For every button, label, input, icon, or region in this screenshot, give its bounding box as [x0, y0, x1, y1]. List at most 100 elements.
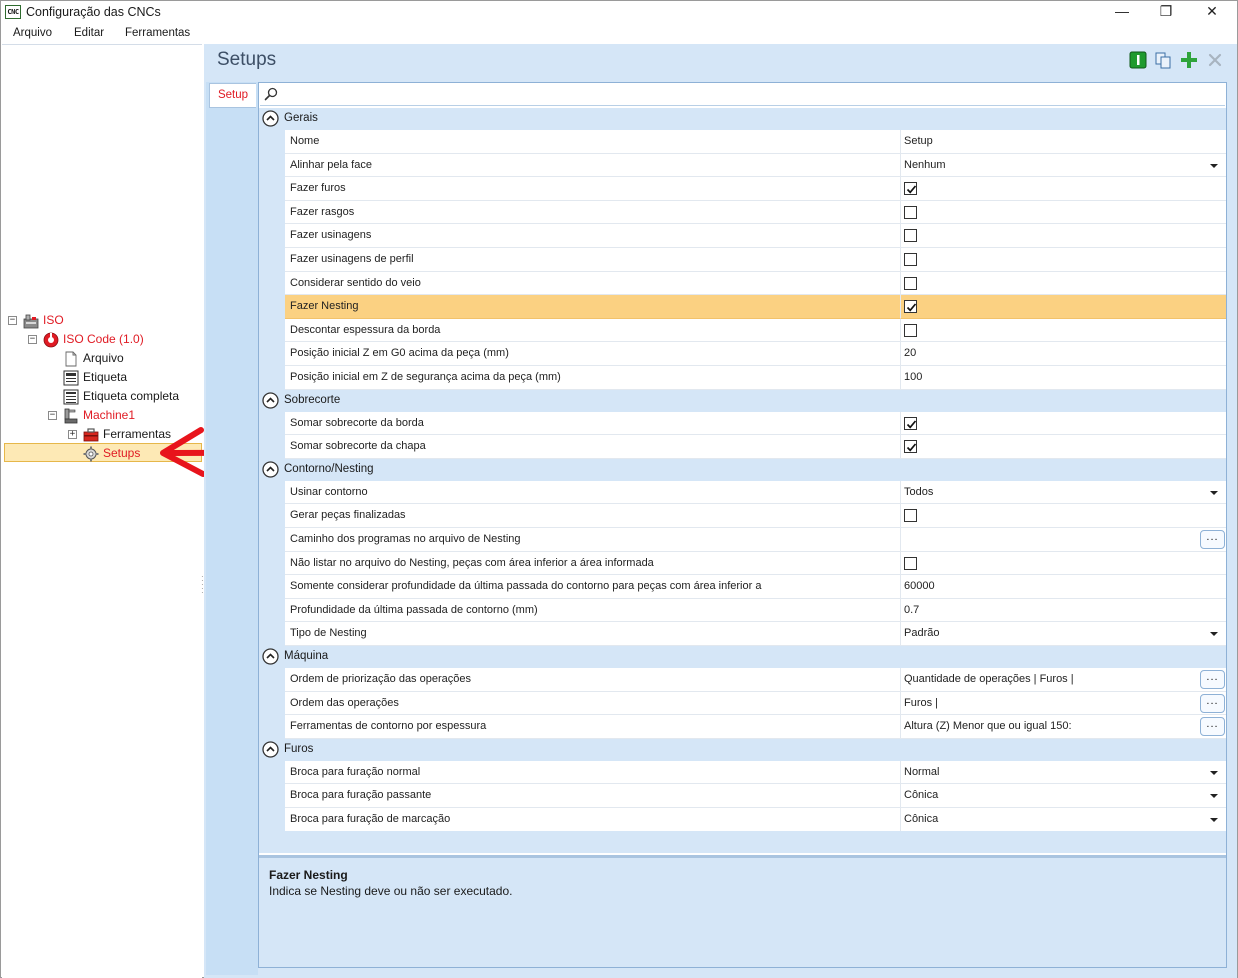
search-input[interactable]	[282, 85, 1217, 103]
tree-item-etiqueta[interactable]: Etiqueta	[2, 368, 200, 387]
collapse-category-icon[interactable]	[262, 110, 279, 127]
property-value-cell[interactable]	[901, 272, 1226, 296]
property-value-cell[interactable]	[901, 504, 1226, 528]
property-value-cell[interactable]: Setup	[901, 130, 1226, 154]
dropdown-arrow-icon[interactable]	[1210, 818, 1218, 822]
property-value[interactable]: 0.7	[904, 604, 919, 616]
property-value-cell[interactable]: Padrão	[901, 622, 1226, 646]
property-value-cell[interactable]: ...	[901, 528, 1226, 552]
property-value-cell[interactable]	[901, 177, 1226, 201]
property-row[interactable]: Usinar contorno Todos	[259, 480, 1226, 505]
collapse-category-icon[interactable]	[262, 391, 279, 409]
ellipsis-button[interactable]: ...	[1200, 670, 1225, 689]
property-row[interactable]: Fazer usinagens	[259, 224, 1226, 248]
category-2[interactable]: Contorno/Nesting	[259, 458, 1226, 481]
property-value-cell[interactable]	[901, 319, 1226, 343]
property-row[interactable]: Somar sobrecorte da chapa	[259, 435, 1226, 459]
collapse-toggle-icon[interactable]: −	[28, 335, 37, 344]
property-value-cell[interactable]	[901, 224, 1226, 248]
property-row[interactable]: Broca para furação normal Normal	[259, 760, 1226, 785]
property-checkbox[interactable]	[904, 323, 917, 337]
menu-editar[interactable]: Editar	[74, 27, 104, 39]
tree-item-arquivo[interactable]: Arquivo	[2, 349, 200, 368]
close-button[interactable]: ✕	[1189, 1, 1235, 24]
tree-item-etiqueta-completa[interactable]: Etiqueta completa	[2, 387, 200, 406]
property-row[interactable]: Caminho dos programas no arquivo de Nest…	[259, 528, 1226, 552]
tree-item-iso-code[interactable]: − ISO Code (1.0)	[2, 330, 200, 349]
collapse-category-icon[interactable]	[262, 741, 279, 758]
property-value-cell[interactable]: Quantidade de operações | Furos |...	[901, 668, 1226, 692]
property-row[interactable]: Ordem de priorização das operações Quanti…	[259, 668, 1226, 692]
search-bar[interactable]	[260, 84, 1225, 106]
dropdown-arrow-icon[interactable]	[1210, 794, 1218, 799]
collapse-category-icon[interactable]	[262, 461, 279, 478]
collapse-toggle-icon[interactable]: −	[48, 411, 57, 420]
tree-item-iso[interactable]: − ISO	[2, 311, 200, 330]
property-checkbox[interactable]	[904, 276, 917, 290]
property-value-cell[interactable]: Todos	[901, 481, 1226, 505]
property-value-cell[interactable]: Cônica	[901, 784, 1226, 808]
property-row[interactable]: Não listar no arquivo do Nesting, peças …	[259, 551, 1226, 576]
property-row[interactable]: Broca para furação passante Cônica	[259, 784, 1226, 808]
ellipsis-button[interactable]: ...	[1200, 717, 1225, 737]
minimize-button[interactable]: —	[1099, 1, 1145, 24]
property-checkbox[interactable]	[904, 253, 917, 266]
property-value-cell[interactable]	[901, 552, 1226, 576]
property-checkbox[interactable]	[904, 440, 917, 454]
property-row[interactable]: Fazer usinagens de perfil	[259, 248, 1226, 272]
property-value[interactable]: 100	[904, 371, 922, 383]
info-icon[interactable]	[1129, 51, 1147, 69]
property-value-cell[interactable]: Furos |...	[901, 692, 1226, 716]
property-row[interactable]: Ordem das operações Furos |...	[259, 691, 1226, 716]
property-row[interactable]: Nome Setup	[259, 130, 1226, 154]
menu-arquivo[interactable]: Arquivo	[13, 27, 52, 39]
property-checkbox[interactable]	[904, 416, 917, 430]
property-row[interactable]: Somente considerar profundidade da últim…	[259, 575, 1226, 599]
property-checkbox[interactable]	[904, 556, 917, 570]
property-checkbox[interactable]	[904, 229, 917, 243]
property-row[interactable]: Fazer furos	[259, 177, 1226, 201]
property-value-cell[interactable]: Altura (Z) Menor que ou igual 150:...	[901, 715, 1226, 739]
category-0[interactable]: Gerais	[259, 108, 1226, 130]
property-value[interactable]: 60000	[904, 580, 935, 592]
property-value-cell[interactable]: Normal	[901, 761, 1226, 785]
category-1[interactable]: Sobrecorte	[259, 389, 1226, 412]
property-row[interactable]: Posição inicial Z em G0 acima da peça (m…	[259, 342, 1226, 366]
property-checkbox[interactable]	[904, 300, 917, 314]
property-row[interactable]: Fazer rasgos	[259, 200, 1226, 225]
property-value[interactable]: 20	[904, 347, 916, 359]
property-value-cell[interactable]: 100	[901, 366, 1226, 390]
property-value-cell[interactable]	[901, 412, 1226, 436]
property-value-cell[interactable]: Cônica	[901, 808, 1226, 832]
property-row[interactable]: Alinhar pela face Nenhum	[259, 153, 1226, 178]
property-value-cell[interactable]: 60000	[901, 575, 1226, 599]
collapse-toggle-icon[interactable]: −	[8, 316, 17, 325]
menu-ferramentas[interactable]: Ferramentas	[125, 27, 190, 39]
property-row[interactable]: Descontar espessura da borda	[259, 318, 1226, 343]
property-row[interactable]: Tipo de Nesting Padrão	[259, 622, 1226, 646]
dropdown-arrow-icon[interactable]	[1210, 632, 1218, 637]
collapse-category-icon[interactable]	[262, 648, 279, 665]
property-row[interactable]: Ferramentas de contorno por espessura Alt…	[259, 715, 1226, 739]
property-value-cell[interactable]: 20	[901, 342, 1226, 366]
category-3[interactable]: Máquina	[259, 646, 1226, 668]
ellipsis-button[interactable]: ...	[1200, 530, 1225, 549]
property-row[interactable]: Fazer Nesting	[259, 295, 1226, 319]
property-value-cell[interactable]: Nenhum	[901, 154, 1226, 178]
delete-icon[interactable]	[1206, 51, 1224, 69]
dropdown-arrow-icon[interactable]	[1210, 163, 1218, 168]
property-row[interactable]: Gerar peças finalizadas	[259, 504, 1226, 528]
property-checkbox[interactable]	[904, 205, 917, 219]
tab-setup[interactable]: Setup	[209, 83, 256, 108]
property-value-cell[interactable]	[901, 295, 1226, 319]
add-icon[interactable]	[1180, 51, 1198, 69]
ellipsis-button[interactable]: ...	[1200, 693, 1225, 713]
category-4[interactable]: Furos	[259, 738, 1226, 761]
property-value[interactable]: Setup	[904, 135, 933, 147]
property-value-cell[interactable]	[901, 435, 1226, 459]
property-row[interactable]: Broca para furação de marcação Cônica	[259, 808, 1226, 832]
property-row[interactable]: Posição inicial em Z de segurança acima …	[259, 366, 1226, 390]
property-value-cell[interactable]	[901, 201, 1226, 225]
property-value-cell[interactable]	[901, 248, 1226, 272]
dropdown-arrow-icon[interactable]	[1210, 770, 1218, 775]
